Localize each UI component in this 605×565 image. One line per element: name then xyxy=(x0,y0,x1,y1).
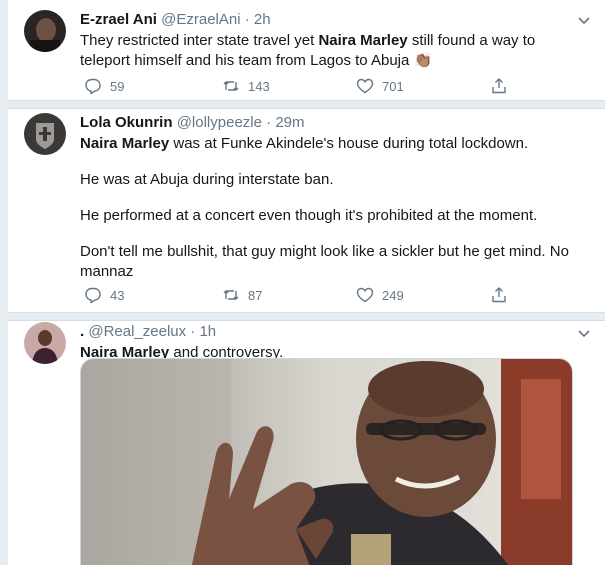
text-segment: was at Funke Akindele's house during tot… xyxy=(169,135,529,152)
tweet-header: E-zrael Ani @EzraelAni · 2h xyxy=(80,10,271,30)
timestamp[interactable]: 1h xyxy=(199,323,216,340)
like-button[interactable]: 249 xyxy=(356,285,404,305)
tweet[interactable]: Lola Okunrin @lollypeezle · 29m Naira Ma… xyxy=(8,109,605,312)
reply-button[interactable]: 59 xyxy=(84,76,124,96)
like-count: 249 xyxy=(382,287,404,303)
retweet-button[interactable]: 143 xyxy=(222,76,270,96)
text-segment: They restricted inter state travel yet xyxy=(80,32,319,49)
avatar[interactable] xyxy=(24,10,66,52)
like-count: 701 xyxy=(382,78,404,94)
tweet-header: Lola Okunrin @lollypeezle · 29m xyxy=(80,113,305,133)
clapping-emoji: 👏🏽 xyxy=(413,52,433,69)
retweet-count: 143 xyxy=(248,78,270,94)
retweet-button[interactable]: 87 xyxy=(222,285,262,305)
tweet-separator xyxy=(8,312,605,321)
reply-count: 43 xyxy=(110,287,125,303)
reply-icon xyxy=(85,287,101,304)
like-icon xyxy=(356,287,374,303)
highlighted-term: Naira Marley xyxy=(318,32,408,49)
retweet-count: 87 xyxy=(248,287,263,303)
like-icon xyxy=(356,78,374,94)
display-name[interactable]: E-zrael Ani xyxy=(80,11,157,28)
chevron-down-icon[interactable] xyxy=(576,325,592,341)
separator: · xyxy=(240,11,254,28)
display-name[interactable]: Lola Okunrin xyxy=(80,114,173,131)
retweet-icon xyxy=(223,290,239,300)
user-handle[interactable]: @EzraelAni xyxy=(161,11,240,28)
timeline: E-zrael Ani @EzraelAni · 2h They restric… xyxy=(7,0,605,565)
timestamp[interactable]: 2h xyxy=(254,11,271,28)
text-paragraph: He was at Abuja during interstate ban. xyxy=(80,171,334,188)
separator: · xyxy=(186,323,200,340)
retweet-icon xyxy=(223,81,239,91)
chevron-down-icon[interactable] xyxy=(576,12,592,28)
reply-button[interactable]: 43 xyxy=(84,285,124,305)
tweet-actions: 43 87 249 xyxy=(80,285,520,305)
share-icon xyxy=(492,78,506,94)
reply-icon xyxy=(85,78,101,95)
tweet-separator xyxy=(8,100,605,109)
text-paragraph: Naira Marley was at Funke Akindele's hou… xyxy=(80,134,585,154)
avatar[interactable] xyxy=(24,113,66,155)
like-button[interactable]: 701 xyxy=(356,76,404,96)
share-button[interactable] xyxy=(490,285,516,305)
share-icon xyxy=(492,287,506,303)
tweet-text: They restricted inter state travel yet N… xyxy=(80,31,585,71)
highlighted-term: Naira Marley xyxy=(80,135,170,152)
share-button[interactable] xyxy=(490,76,516,96)
user-handle[interactable]: @lollypeezle xyxy=(177,114,262,131)
separator: · xyxy=(261,114,276,131)
tweet-text: Naira Marley was at Funke Akindele's hou… xyxy=(80,134,585,282)
user-handle[interactable]: @Real_zeelux xyxy=(88,323,186,340)
tweet-photo[interactable] xyxy=(80,358,573,565)
display-name[interactable]: . xyxy=(80,323,84,340)
tweet-actions: 59 143 701 xyxy=(80,76,520,96)
avatar[interactable] xyxy=(24,322,66,364)
text-paragraph: Don't tell me bullshit, that guy might l… xyxy=(80,243,569,280)
tweet-header: . @Real_zeelux · 1h xyxy=(80,322,216,342)
text-paragraph: He performed at a concert even though it… xyxy=(80,207,538,224)
tweet[interactable]: E-zrael Ani @EzraelAni · 2h They restric… xyxy=(8,0,605,100)
reply-count: 59 xyxy=(110,78,125,94)
timestamp[interactable]: 29m xyxy=(275,114,304,131)
